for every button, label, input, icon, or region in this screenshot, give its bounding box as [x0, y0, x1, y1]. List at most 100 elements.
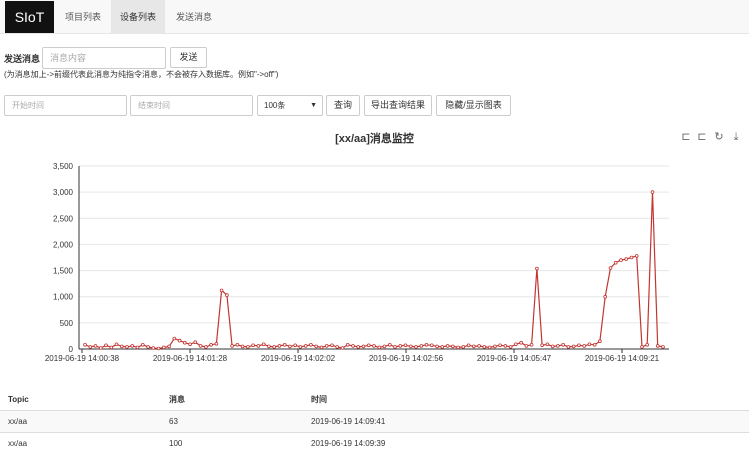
x-tick-label: 2019-06-19 14:01:28 [153, 354, 228, 363]
row-message: 63 [169, 417, 178, 426]
x-tick-label: 2019-06-19 14:02:56 [369, 354, 444, 363]
data-point [634, 254, 639, 258]
start-time-input[interactable] [4, 95, 127, 116]
data-point [99, 346, 103, 350]
data-point [83, 343, 87, 347]
data-point [403, 343, 408, 348]
data-point [372, 344, 376, 348]
send-button[interactable]: 发送 [170, 47, 207, 68]
message-input[interactable] [42, 47, 166, 69]
data-point [529, 343, 534, 347]
data-point [188, 342, 192, 347]
data-point [272, 345, 277, 349]
zoom-icon[interactable]: ⊏ [680, 131, 692, 143]
data-point [514, 342, 518, 347]
data-point [477, 344, 481, 348]
download-icon[interactable]: ⤓ [730, 131, 742, 143]
data-point [524, 344, 529, 348]
data-point [545, 342, 550, 347]
data-point [408, 344, 413, 349]
data-point [577, 343, 581, 348]
data-point [141, 343, 145, 347]
data-point [120, 344, 124, 349]
data-point [109, 345, 114, 350]
data-point [424, 343, 429, 347]
nav-item-projects[interactable]: 项目列表 [56, 0, 110, 34]
export-results-button[interactable]: 导出查询结果 [364, 95, 432, 116]
data-point [288, 344, 292, 349]
zoom-reset-icon[interactable]: ⊏ [696, 131, 708, 143]
data-point [482, 345, 487, 349]
data-point [267, 344, 271, 349]
brand-logo[interactable]: SIoT [5, 1, 54, 33]
send-message-label: 发送消息 [4, 54, 41, 64]
data-point [613, 260, 618, 265]
data-point [566, 345, 571, 349]
data-point [387, 343, 392, 347]
data-point [361, 344, 366, 349]
query-button[interactable]: 查询 [326, 95, 360, 116]
toggle-chart-button[interactable]: 隐藏/显示图表 [436, 95, 511, 116]
restore-icon[interactable]: ↻ [713, 131, 725, 143]
nav-item-devices[interactable]: 设备列表 [111, 0, 166, 34]
data-point [550, 344, 555, 349]
limit-select-value: 100条 [264, 101, 286, 110]
data-point [535, 266, 539, 271]
y-tick-label: 1,000 [53, 293, 74, 302]
y-tick-label: 3,500 [53, 162, 74, 171]
data-point [508, 345, 513, 349]
data-point [204, 345, 208, 349]
y-tick-label: 3,000 [53, 188, 74, 197]
data-point [382, 344, 387, 349]
data-point [629, 255, 634, 260]
table-row[interactable]: xx/aa 100 2019-06-19 14:09:39 [0, 433, 749, 453]
data-point [398, 344, 403, 348]
header-topic: Topic [8, 395, 29, 404]
data-point [624, 257, 628, 261]
y-tick-label: 1,500 [53, 267, 74, 276]
nav-item-send-message[interactable]: 发送消息 [167, 0, 221, 34]
row-topic: xx/aa [8, 417, 28, 426]
data-point [104, 343, 108, 348]
data-point [125, 345, 129, 349]
data-point [93, 344, 98, 348]
data-point [498, 343, 502, 348]
row-message: 100 [169, 439, 183, 448]
row-time: 2019-06-19 14:09:39 [311, 439, 386, 448]
data-point [340, 346, 345, 350]
data-point [435, 344, 439, 349]
data-point [366, 343, 371, 348]
table-row[interactable]: xx/aa 63 2019-06-19 14:09:41 [0, 411, 749, 433]
x-tick-label: 2019-06-19 14:00:38 [45, 354, 120, 363]
data-point [650, 190, 655, 194]
end-time-input[interactable] [130, 95, 253, 116]
data-point [351, 344, 355, 348]
data-point [377, 345, 382, 350]
data-point [261, 342, 266, 347]
data-point [414, 345, 418, 349]
x-tick-label: 2019-06-19 14:09:21 [585, 354, 660, 363]
data-point [356, 345, 361, 349]
data-point [240, 344, 245, 349]
data-point [162, 345, 166, 350]
data-point [156, 346, 161, 351]
data-point [592, 343, 597, 347]
data-point [645, 343, 649, 347]
limit-select[interactable]: 100条 ▼ [257, 95, 323, 116]
data-point [324, 344, 329, 348]
data-point [456, 345, 460, 350]
data-point [277, 344, 282, 348]
data-point [209, 343, 213, 347]
data-point [571, 344, 576, 349]
data-point [493, 344, 497, 349]
data-point [319, 345, 324, 350]
data-point [471, 344, 476, 349]
data-point [225, 293, 229, 297]
send-hint-text: (为消息加上->前缀代表此消息为纯指令消息，不会被存入数据库。例如"->off"… [4, 70, 279, 79]
data-point [172, 336, 177, 341]
data-point [640, 345, 644, 349]
data-point [582, 344, 586, 348]
data-point [256, 344, 261, 348]
x-tick-label: 2019-06-19 14:02:02 [261, 354, 336, 363]
data-point [556, 344, 560, 348]
